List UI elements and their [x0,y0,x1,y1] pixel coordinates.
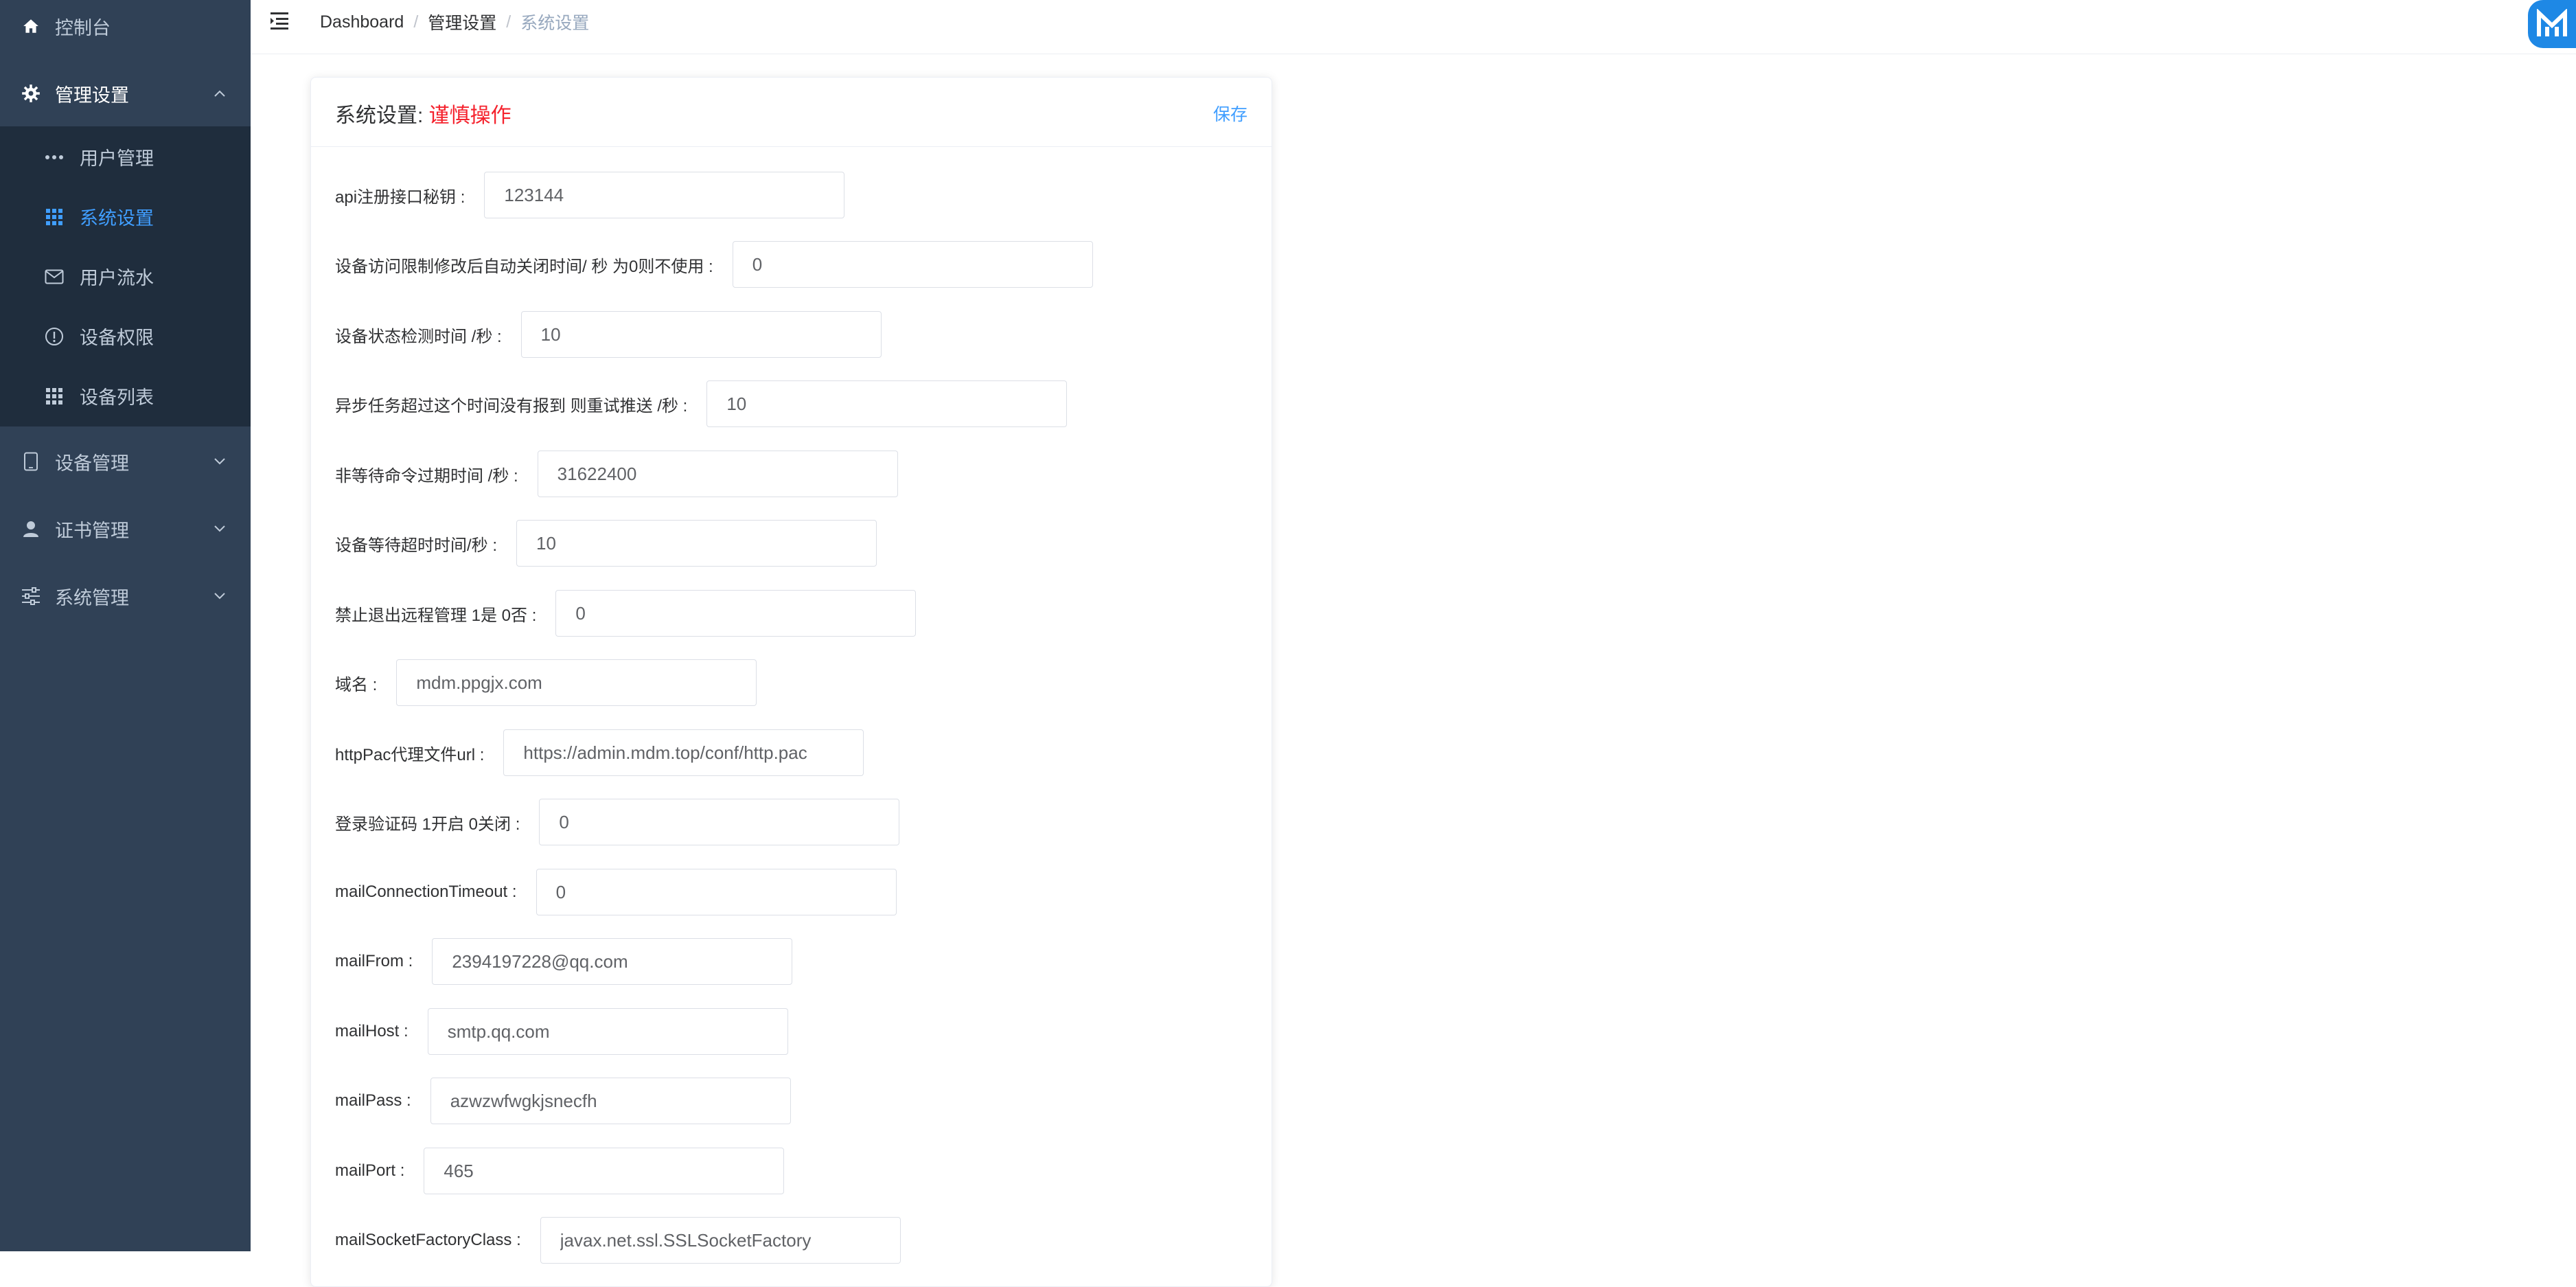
more-dots-icon [44,147,65,168]
mail-connection-timeout-input[interactable] [536,869,897,915]
field-label: mailSocketFactoryClass : [335,1231,521,1249]
sidebar: 控制台 管理设置 用户管理 系统设置 用户流水 设备权限 设备列表 设备管理 证… [0,0,251,1251]
login-captcha-input[interactable] [539,799,900,845]
form-row-login-captcha: 登录验证码 1开启 0关闭 : [335,798,900,846]
mail-host-input[interactable] [427,1008,788,1055]
form-row-mail-from: mailFrom : [335,937,793,986]
breadcrumb-separator: / [413,12,419,32]
sidebar-subitem-label: 设备权限 [80,328,154,348]
sidebar-subitem-label: 用户流水 [80,268,154,288]
sidebar-item-system-management[interactable]: 系统管理 [0,563,251,629]
sidebar-item-certificate-management[interactable]: 证书管理 [0,496,251,562]
app-logo-icon[interactable] [2528,0,2576,48]
form-row-mail-socket-factory-class: mailSocketFactoryClass : [335,1216,901,1264]
field-label: 异步任务超过这个时间没有报到 则重试推送 /秒 : [335,396,688,415]
mail-from-input[interactable] [432,938,793,985]
api-secret-input[interactable] [484,172,845,218]
sidebar-subitem-label: 设备列表 [80,387,154,408]
hamburger-toggle-icon[interactable] [269,10,292,34]
breadcrumb-current: 系统设置 [520,14,590,33]
form-row-domain: 域名 : [335,659,757,707]
card-title-warning: 谨慎操作 [428,104,511,127]
grid-icon [44,207,65,227]
info-circle-icon [44,326,65,347]
breadcrumb-dashboard[interactable]: Dashboard [320,12,404,32]
http-pac-url-input[interactable] [503,729,864,776]
sidebar-item-label: 控制台 [55,17,111,38]
settings-card: 系统设置: 谨慎操作 保存 api注册接口秘钥 : 设备访问限制修改后自动关闭时… [310,77,1272,1287]
form-row-async-task-retry: 异步任务超过这个时间没有报到 则重试推送 /秒 : [335,380,1068,428]
form-row-device-status-check-time: 设备状态检测时间 /秒 : [335,310,882,358]
grid-icon [44,386,65,407]
sidebar-item-dashboard[interactable]: 控制台 [0,0,251,59]
form-row-command-expire-time: 非等待命令过期时间 /秒 : [335,450,898,498]
sidebar-subitem-device-permission[interactable]: 设备权限 [0,306,251,366]
mail-socket-factory-class-input[interactable] [540,1217,901,1264]
field-label: mailConnectionTimeout : [335,882,517,901]
form-row-api-secret: api注册接口秘钥 : [335,171,845,219]
chevron-down-icon [213,589,227,603]
top-navbar: Dashboard / 管理设置 / 系统设置 [251,0,2576,54]
field-label: mailPass : [335,1091,411,1110]
chevron-down-icon [213,522,227,536]
forbid-exit-remote-input[interactable] [555,590,917,637]
sidebar-item-label: 管理设置 [55,84,129,106]
form-row-mail-pass: mailPass : [335,1077,791,1125]
user-icon [21,519,41,539]
gear-icon [21,83,41,104]
sidebar-item-label: 设备管理 [55,453,129,474]
chevron-down-icon [213,455,227,468]
sliders-icon [21,586,41,606]
sidebar-item-device-management[interactable]: 设备管理 [0,429,251,494]
field-label: 登录验证码 1开启 0关闭 : [335,815,520,834]
sidebar-subitem-user-flow[interactable]: 用户流水 [0,247,251,306]
field-label: mailHost : [335,1022,409,1040]
home-icon [21,16,41,36]
device-wait-timeout-input[interactable] [516,520,877,567]
form-row-http-pac-url: httpPac代理文件url : [335,729,864,777]
envelope-icon [44,266,65,287]
field-label: 设备访问限制修改后自动关闭时间/ 秒 为0则不使用 : [335,257,713,276]
sidebar-item-admin-settings[interactable]: 管理设置 [0,60,251,126]
form-row-device-wait-timeout: 设备等待超时时间/秒 : [335,519,877,567]
save-button[interactable]: 保存 [1213,101,1247,126]
card-header: 系统设置: 谨慎操作 保存 [311,78,1272,147]
field-label: 设备状态检测时间 /秒 : [335,327,502,346]
tablet-icon [21,451,41,472]
form-row-mail-port: mailPort : [335,1147,785,1195]
field-label: 设备等待超时时间/秒 : [335,536,498,555]
form-row-mail-connection-timeout: mailConnectionTimeout : [335,868,897,916]
card-title: 系统设置: 谨慎操作 [335,98,511,128]
field-label: api注册接口秘钥 : [335,187,465,207]
sidebar-item-label: 系统管理 [55,587,129,608]
domain-input[interactable] [396,659,757,706]
sidebar-subitem-system-settings[interactable]: 系统设置 [0,187,251,247]
mail-port-input[interactable] [424,1148,785,1194]
field-label: 域名 : [335,675,378,694]
sidebar-item-label: 证书管理 [55,520,129,541]
sidebar-subitem-label: 系统设置 [80,208,154,229]
field-label: mailPort : [335,1161,405,1180]
breadcrumb: Dashboard / 管理设置 / 系统设置 [320,10,589,34]
form-row-mail-host: mailHost : [335,1007,788,1056]
sidebar-subitem-label: 用户管理 [80,148,154,169]
async-task-retry-input[interactable] [706,380,1068,427]
field-label: 禁止退出远程管理 1是 0否 : [335,606,537,625]
field-label: 非等待命令过期时间 /秒 : [335,466,518,486]
form-row-forbid-exit-remote: 禁止退出远程管理 1是 0否 : [335,589,917,637]
mail-pass-input[interactable] [430,1078,791,1124]
form-row-access-limit-close-time: 设备访问限制修改后自动关闭时间/ 秒 为0则不使用 : [335,240,1093,288]
breadcrumb-separator: / [506,12,511,32]
chevron-up-icon [213,87,227,100]
field-label: mailFrom : [335,952,413,970]
sidebar-subitem-user-management[interactable]: 用户管理 [0,127,251,187]
breadcrumb-admin-settings[interactable]: 管理设置 [428,10,496,34]
card-title-text: 系统设置: [335,104,429,127]
access-limit-close-time-input[interactable] [732,241,1093,288]
device-status-check-time-input[interactable] [520,311,882,358]
sidebar-subitem-device-list[interactable]: 设备列表 [0,366,251,426]
field-label: httpPac代理文件url : [335,745,485,764]
command-expire-time-input[interactable] [537,451,898,497]
